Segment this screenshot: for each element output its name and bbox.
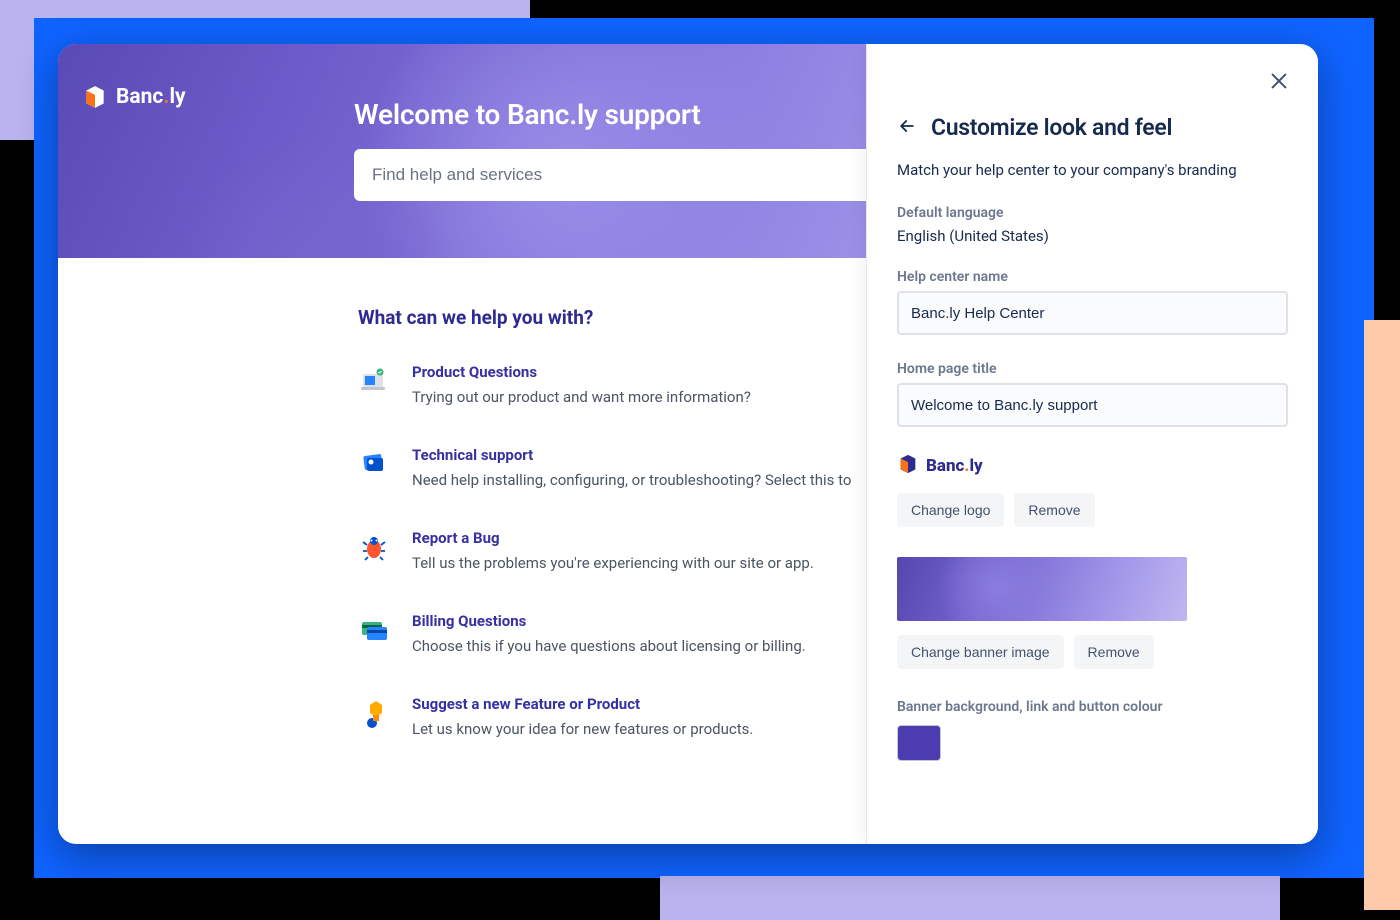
close-button[interactable]	[1268, 70, 1290, 96]
brand-logo: Banc.ly	[82, 84, 186, 110]
change-logo-button[interactable]: Change logo	[897, 493, 1004, 527]
close-icon	[1268, 70, 1290, 92]
arrow-left-icon	[897, 116, 917, 136]
banner-color-swatch[interactable]	[897, 725, 941, 761]
customize-panel: Customize look and feel Match your help …	[866, 44, 1318, 844]
logo-text: Banc.ly	[926, 456, 983, 476]
help-center-name-label: Help center name	[897, 269, 1288, 285]
banner-preview	[897, 557, 1187, 621]
support-icon	[358, 448, 390, 480]
category-title: Billing Questions	[412, 612, 806, 630]
brand-name: Banc.ly	[116, 85, 186, 109]
remove-logo-button[interactable]: Remove	[1014, 493, 1094, 527]
category-title: Product Questions	[412, 363, 751, 381]
home-page-title-label: Home page title	[897, 361, 1288, 377]
category-title: Report a Bug	[412, 529, 814, 547]
billing-icon	[358, 614, 390, 646]
category-title: Suggest a new Feature or Product	[412, 695, 753, 713]
app-frame: Banc.ly Welcome to Banc.ly support What …	[58, 44, 1318, 844]
category-desc: Trying out our product and want more inf…	[412, 387, 751, 408]
logo-preview: Banc.ly	[897, 453, 1288, 479]
category-desc: Need help installing, configuring, or tr…	[412, 470, 851, 491]
logo-icon	[897, 453, 919, 479]
change-banner-button[interactable]: Change banner image	[897, 635, 1064, 669]
home-page-title-input[interactable]	[897, 383, 1288, 427]
category-desc: Choose this if you have questions about …	[412, 636, 806, 657]
category-title: Technical support	[412, 446, 851, 464]
category-desc: Let us know your idea for new features o…	[412, 719, 753, 740]
logo-icon	[82, 84, 108, 110]
panel-subtitle: Match your help center to your company's…	[897, 161, 1288, 179]
default-language-label: Default language	[897, 205, 1288, 221]
laptop-icon	[358, 365, 390, 397]
idea-icon	[358, 697, 390, 729]
category-desc: Tell us the problems you're experiencing…	[412, 553, 814, 574]
back-button[interactable]	[897, 116, 917, 140]
default-language-value: English (United States)	[897, 227, 1288, 245]
panel-title: Customize look and feel	[931, 114, 1172, 141]
bug-icon	[358, 531, 390, 563]
banner-color-label: Banner background, link and button colou…	[897, 699, 1288, 715]
remove-banner-button[interactable]: Remove	[1074, 635, 1154, 669]
help-center-name-input[interactable]	[897, 291, 1288, 335]
